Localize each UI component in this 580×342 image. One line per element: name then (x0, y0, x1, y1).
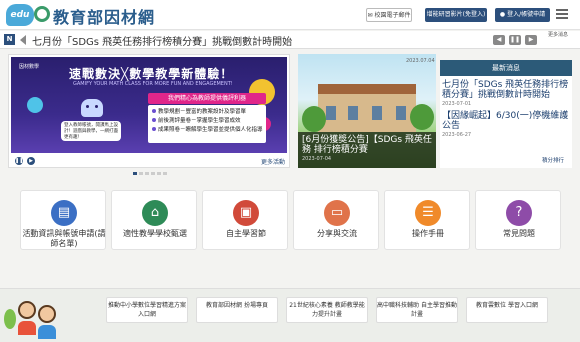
banner-controls: ❚❚ ▶ 更多活動 (11, 155, 287, 175)
school-building (318, 84, 416, 132)
decoration-ball-icon (27, 97, 43, 113)
news-date: 2023-06-27 (442, 132, 472, 138)
latest-news-panel: 最新消息 七月份「SDGs 飛英任務排行榜積分賽」挑戰倒數計時開始 2023-0… (440, 60, 572, 168)
tile-label: 適性教學學校甄選 (123, 229, 187, 238)
slide-indicators (133, 160, 169, 179)
tile-self-learning[interactable]: ▣ 自主學習節 (202, 190, 288, 250)
kids-illustration (4, 295, 66, 341)
tile-label: 操作手冊 (412, 229, 444, 238)
login-button[interactable]: ● 登入/帳號申請 (495, 8, 550, 22)
kid-body (18, 321, 36, 335)
promo-item: 教學規劃－豐富的教案設計及學習單 (152, 108, 262, 117)
hamburger-menu-icon[interactable] (556, 9, 568, 19)
kid-icon (18, 301, 36, 319)
news-item[interactable]: 七月份「SDGs 飛英任務排行榜積分賽」挑戰倒數計時開始 2023-07-01 (440, 76, 572, 107)
photo-caption: [6月份獲獎公告]【SDGs 飛英任務 排行榜積分賽 2023-07-04 (298, 132, 436, 168)
manual-icon: ☰ (415, 200, 441, 226)
partner-links-strip: 推動中小學數位學習精進方案入口網 教育部因材網 扮場專頁 21世紀核心素養 教師… (0, 288, 580, 342)
tile-school-selection[interactable]: ⌂ 適性教學學校甄選 (111, 190, 197, 250)
banner-speech-bubble: 登入教師帳號，開課馬上設計！遊戲與教學，一網打盡更有趣！ (61, 121, 121, 141)
news-item[interactable]: 【因緣崛起】6/30(一)停機維護公告 2023-06-27 (440, 107, 572, 138)
banner-carousel: 因材數學 速戰數決╳數學教學新體驗！ GAMIFY YOUR MATH CLAS… (8, 54, 290, 175)
school-icon: ⌂ (142, 200, 168, 226)
partner-link[interactable]: 高中職科技輔助 自主學習推動計畫 (376, 297, 458, 323)
feature-tiles: ▤ 活動資訊與帳號申請(請師名單) ⌂ 適性教學學校甄選 ▣ 自主學習節 ▭ 分… (20, 190, 561, 260)
slide-dot[interactable] (145, 172, 149, 175)
ticker-headline[interactable]: 七月份「SDGs 飛英任務排行榜積分賽」挑戰倒數計時開始 (32, 33, 292, 48)
banner-logo: 因材數學 (19, 64, 40, 70)
promo-item: 前後測評量卷－掌握學生學習成效 (152, 117, 262, 126)
tree-icon (410, 104, 434, 130)
news-title[interactable]: 【因緣崛起】6/30(一)停機維護公告 (442, 111, 571, 131)
photo-news-title[interactable]: [6月份獲獎公告]【SDGs 飛英任務 排行榜積分賽 (302, 135, 432, 155)
tile-activity-info[interactable]: ▤ 活動資訊與帳號申請(請師名單) (20, 190, 106, 250)
news-title[interactable]: 七月份「SDGs 飛英任務排行榜積分賽」挑戰倒數計時開始 (442, 80, 571, 100)
slide-dot[interactable] (157, 172, 161, 175)
partner-link[interactable]: 教育部因材網 扮場專頁 (196, 297, 278, 323)
kid-body (38, 325, 56, 339)
play-icon[interactable]: ▶ (27, 157, 35, 165)
photo-news-card[interactable]: 2023.07.04 [6月份獲獎公告]【SDGs 飛英任務 排行榜積分賽 20… (298, 54, 436, 168)
kid-icon (38, 305, 56, 323)
tile-faq[interactable]: ? 常見問題 (475, 190, 561, 250)
campus-email-button[interactable]: ✉ 校園電子郵件 (366, 8, 412, 22)
tile-manual[interactable]: ☰ 操作手冊 (384, 190, 470, 250)
photo-tag: 2023.07.04 (406, 58, 435, 64)
banner-title: 速戰數決╳數學教學新體驗！ (69, 67, 234, 81)
mail-icon: ✉ (367, 12, 373, 19)
new-badge: N (4, 34, 15, 45)
help-icon: ? (506, 200, 532, 226)
chevron-right-icon[interactable]: ▶ (525, 35, 537, 45)
tile-label: 活動資訊與帳號申請(請師名單) (22, 229, 106, 248)
logo-ring-icon (34, 6, 50, 22)
news-ticker: N 七月份「SDGs 飛英任務排行榜積分賽」挑戰倒數計時開始 ◀ ❚❚ ▶ 更多… (0, 31, 580, 49)
chevron-left-icon[interactable] (20, 35, 26, 45)
edu-logo[interactable]: edu (6, 4, 34, 26)
training-video-button[interactable]: 增能研習影片(免登入) (425, 8, 487, 22)
robot-icon (81, 99, 103, 117)
document-icon: ▤ (51, 200, 77, 226)
tile-label: 自主學習節 (226, 229, 266, 238)
partner-link[interactable]: 教育雲數位 學習入口網 (466, 297, 548, 323)
presentation-icon: ▣ (233, 200, 259, 226)
pause-icon[interactable]: ❚❚ (15, 157, 23, 165)
site-header: edu 教育部因材網 ✉ 校園電子郵件 增能研習影片(免登入) ● 登入/帳號申… (0, 0, 580, 30)
more-news-link[interactable]: 更多消息 (548, 32, 578, 39)
tile-label: 分享與交流 (317, 229, 357, 238)
monitor-icon: ▭ (324, 200, 350, 226)
slide-dot[interactable] (133, 172, 137, 175)
photo-news-date: 2023-07-04 (302, 156, 332, 162)
site-title[interactable]: 教育部因材網 (53, 4, 155, 28)
chevron-left-icon[interactable]: ◀ (493, 35, 505, 45)
banner-slide[interactable]: 因材數學 速戰數決╳數學教學新體驗！ GAMIFY YOUR MATH CLAS… (11, 57, 287, 153)
promo-list: 教學規劃－豐富的教案設計及學習單 前後測評量卷－掌握學生學習成效 成果照卷－瞭解… (148, 105, 266, 143)
tree-icon (302, 106, 326, 132)
slide-dot[interactable] (139, 172, 143, 175)
campus-email-label: 校園電子郵件 (374, 12, 411, 19)
slide-dot[interactable] (163, 172, 167, 175)
more-news-link[interactable]: 積分排行 (542, 156, 564, 164)
tile-share-exchange[interactable]: ▭ 分享與交流 (293, 190, 379, 250)
leaf-icon (4, 309, 16, 329)
pause-icon[interactable]: ❚❚ (509, 35, 521, 45)
partner-link[interactable]: 推動中小學數位學習精進方案入口網 (106, 297, 188, 323)
slide-dot[interactable] (151, 172, 155, 175)
banner-subtitle: GAMIFY YOUR MATH CLASS FOR MORE FUN AND … (73, 81, 233, 87)
promo-item: 成果照卷－瞭解學生學習並提供個人化指導 (152, 126, 263, 135)
user-icon: ● (499, 11, 506, 18)
latest-news-heading: 最新消息 (440, 60, 572, 76)
promo-heading: 我們精心為教師提供儀評利器 (148, 93, 266, 104)
tile-label: 常見問題 (503, 229, 535, 238)
more-activities-link[interactable]: 更多活動 (261, 157, 285, 166)
partner-link[interactable]: 21世紀核心素養 教師教學能力提升計畫 (286, 297, 368, 323)
login-label: 登入/帳號申請 (507, 11, 546, 18)
